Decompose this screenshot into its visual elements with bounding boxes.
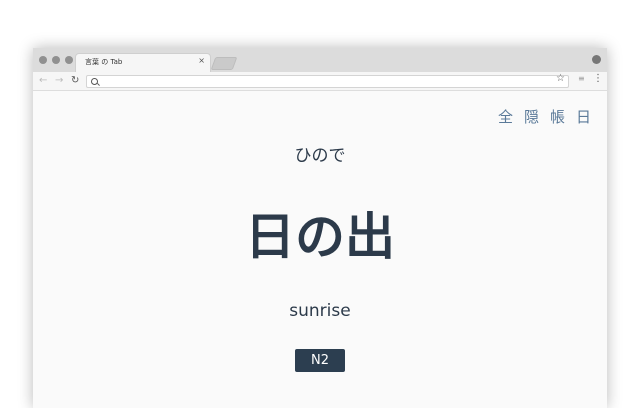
kebab-menu-icon[interactable]: ⋮: [593, 73, 603, 84]
title-bar: 言葉 の Tab ×: [33, 48, 607, 72]
nav-link-hide[interactable]: 隠: [524, 106, 539, 127]
extensions-icon[interactable]: ≡: [578, 74, 585, 83]
tab-title: 言葉 の Tab: [85, 58, 123, 66]
star-icon[interactable]: ☆: [556, 73, 565, 84]
browser-window: 言葉 の Tab × ← → ↻ ☆ ≡ ⋮ 全 隠 帳 日 ひので 日の出 s…: [33, 48, 607, 408]
nav-link-notebook[interactable]: 帳: [550, 106, 565, 127]
browser-toolbar: ← → ↻ ☆ ≡ ⋮: [33, 72, 607, 91]
top-nav: 全 隠 帳 日: [498, 106, 591, 127]
tab-close-icon[interactable]: ×: [198, 56, 205, 66]
nav-link-day[interactable]: 日: [576, 106, 591, 127]
nav-link-all[interactable]: 全: [498, 106, 513, 127]
word-kanji: 日の出: [245, 208, 395, 266]
address-bar[interactable]: [86, 75, 569, 88]
maximize-window-button[interactable]: [65, 56, 73, 64]
profile-icon[interactable]: [592, 55, 601, 64]
browser-tab[interactable]: 言葉 の Tab ×: [75, 53, 211, 72]
word-reading: ひので: [294, 146, 346, 166]
reload-icon[interactable]: ↻: [71, 75, 79, 87]
word-meaning: sunrise: [289, 301, 351, 321]
page-content: 全 隠 帳 日 ひので 日の出 sunrise N2: [33, 91, 607, 408]
arrow-right-icon[interactable]: →: [55, 75, 63, 87]
window-controls: [39, 56, 73, 64]
jlpt-level-badge: N2: [295, 349, 345, 372]
arrow-left-icon[interactable]: ←: [39, 75, 47, 87]
close-window-button[interactable]: [39, 56, 47, 64]
search-icon: [91, 78, 98, 85]
minimize-window-button[interactable]: [52, 56, 60, 64]
new-tab-button[interactable]: [210, 57, 238, 70]
